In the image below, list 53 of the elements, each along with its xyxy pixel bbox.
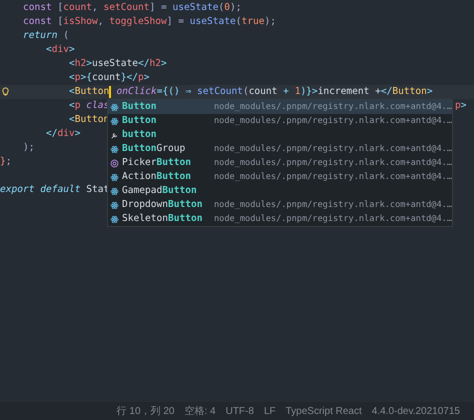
suggestion-detail: node_modules/.pnpm/registry.nlark.com+antd@4.…: [214, 100, 452, 114]
status-item[interactable]: 空格: 4: [184, 404, 216, 418]
suggestion-detail: node_modules/.pnpm/registry.nlark.com+antd@4.…: [214, 212, 452, 226]
code-line: <Button onClick={() ⇒ setCount(count + 1)}>increment +</Button>: [68, 85, 433, 99]
wrench-icon: [110, 130, 119, 140]
code-line: <h2>useState</h2>: [68, 57, 167, 71]
suggestion-label: Button: [122, 100, 158, 114]
suggestion-label: DropdownButton: [122, 198, 204, 212]
suggestion-detail: node_modules/.pnpm/registry.nlark.com+antd@4.…: [214, 198, 452, 212]
suggestion-label: Button: [122, 114, 158, 128]
suggestion-item[interactable]: PickerButton node_modules/.pnpm/registry.nlark.com+antd@4.…: [108, 156, 452, 170]
status-item[interactable]: 4.4.0-dev.20210715: [372, 404, 460, 418]
suggestion-label: SkeletonButton: [122, 212, 204, 226]
code-line: );: [22, 141, 34, 155]
suggestion-item[interactable]: ButtonGroup node_modules/.pnpm/registry.nlark.com+antd@4.…: [108, 142, 452, 156]
status-item[interactable]: LF: [264, 404, 276, 418]
status-item[interactable]: UTF-8: [226, 404, 254, 418]
lightbulb-icon[interactable]: [1, 87, 10, 96]
suggestion-item[interactable]: GamepadButton: [108, 184, 452, 198]
suggestion-label: ButtonGroup: [122, 142, 186, 156]
code-line: return (: [22, 29, 69, 43]
code-line: const [isShow, toggleShow] = useState(true);: [22, 15, 276, 29]
atom-icon: [110, 186, 119, 196]
suggestion-label: button: [122, 128, 158, 142]
code-line: const [count, setCount] = useState(0);: [22, 1, 242, 15]
atom-icon: [110, 200, 119, 210]
code-fragment: p>: [455, 99, 466, 113]
suggestion-detail: node_modules/.pnpm/registry.nlark.com+antd@4.…: [214, 114, 452, 128]
suggestion-item[interactable]: SkeletonButton node_modules/.pnpm/registry.nlark.com+antd@4.…: [108, 212, 452, 226]
suggestion-detail: node_modules/.pnpm/registry.nlark.com+antd@4.…: [214, 170, 452, 184]
suggestion-item[interactable]: Button node_modules/.pnpm/registry.nlark.com+antd@4.…: [108, 100, 452, 114]
atom-icon: [110, 144, 119, 154]
suggestion-item[interactable]: Button node_modules/.pnpm/registry.nlark.com+antd@4.…: [108, 114, 452, 128]
atom-icon: [110, 172, 119, 182]
status-item[interactable]: TypeScript React: [286, 404, 362, 418]
code-line: </div>: [46, 127, 80, 141]
atom-icon: [110, 102, 119, 112]
suggestion-detail: node_modules/.pnpm/registry.nlark.com+antd@4.…: [214, 142, 452, 156]
code-line: };: [0, 155, 12, 169]
atom-icon: [110, 214, 119, 224]
suggestion-item[interactable]: DropdownButton node_modules/.pnpm/registry.nlark.com+antd@4.…: [108, 198, 452, 212]
status-item[interactable]: 行 10，列 20: [116, 404, 174, 418]
suggestion-label: PickerButton: [122, 156, 192, 170]
suggestion-label: GamepadButton: [122, 184, 198, 198]
code-line: <p>{count}</p>: [68, 71, 150, 85]
atom-icon: [110, 116, 119, 126]
code-line: <div>: [46, 43, 75, 57]
suggestion-detail: node_modules/.pnpm/registry.nlark.com+antd@4.…: [214, 156, 452, 170]
code-line: export default Stat: [0, 183, 110, 197]
suggestion-item[interactable]: button: [108, 128, 452, 142]
suggestion-label: ActionButton: [122, 170, 192, 184]
ring-icon: [110, 158, 119, 168]
suggestion-item[interactable]: ActionButton node_modules/.pnpm/registry.nlark.com+antd@4.…: [108, 170, 452, 184]
